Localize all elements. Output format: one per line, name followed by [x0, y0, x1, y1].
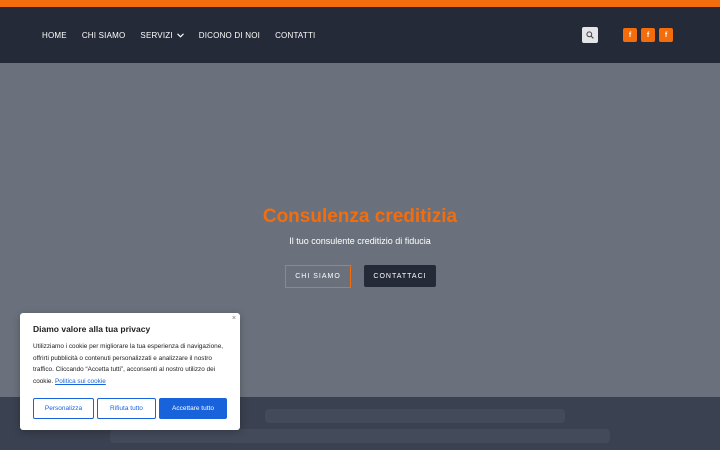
top-accent-bar: [0, 0, 720, 7]
social-facebook-3[interactable]: f: [659, 28, 673, 42]
nav-chi-siamo-label: CHI SIAMO: [81, 30, 126, 40]
nav-chi-siamo[interactable]: CHI SIAMO: [82, 31, 126, 40]
cookie-text: Utilizziamo i cookie per migliorare la t…: [33, 341, 229, 387]
accept-all-button[interactable]: Accettare tutto: [159, 398, 227, 419]
nav-home[interactable]: HOME: [42, 31, 67, 40]
nav-servizi[interactable]: SERVIZI: [140, 30, 184, 40]
facebook-icon: f: [628, 31, 632, 39]
main-nav: HOME CHI SIAMO SERVIZI DICONO DI NOI CON…: [42, 7, 330, 63]
blurred-text: [110, 429, 610, 443]
nav-dicono-di-noi-label: DICONO DI NOI: [198, 30, 261, 40]
hero-subtitle: Il tuo consulente creditizio di fiducia: [289, 236, 431, 246]
chevron-down-icon: [176, 32, 184, 38]
hero-title: Consulenza creditizia: [262, 206, 458, 227]
nav-servizi-label: SERVIZI: [140, 30, 173, 40]
nav-contatti[interactable]: CONTATTI: [275, 31, 315, 40]
nav-home-label: HOME: [42, 30, 67, 40]
search-button[interactable]: [582, 27, 598, 43]
social-facebook-1[interactable]: f: [623, 28, 637, 42]
facebook-icon: f: [664, 31, 668, 39]
contattaci-button[interactable]: CONTATTACI: [364, 265, 436, 287]
reject-all-button[interactable]: Rifiuta tutto: [97, 398, 156, 419]
close-icon[interactable]: ×: [230, 315, 238, 323]
cookie-title: Diamo valore alla tua privacy: [33, 324, 151, 334]
site-header: HOME CHI SIAMO SERVIZI DICONO DI NOI CON…: [0, 7, 720, 63]
customize-button[interactable]: Personalizza: [33, 398, 94, 419]
cookie-banner: × Diamo valore alla tua privacy Utilizzi…: [20, 313, 240, 430]
chi-siamo-button[interactable]: CHI SIAMO: [285, 265, 351, 288]
social-facebook-2[interactable]: f: [641, 28, 655, 42]
cookie-policy-link[interactable]: Politica sui cookie: [55, 378, 106, 385]
blurred-heading: [265, 409, 565, 423]
facebook-icon: f: [646, 31, 650, 39]
nav-dicono-di-noi[interactable]: DICONO DI NOI: [199, 31, 260, 40]
nav-contatti-label: CONTATTI: [275, 30, 316, 40]
search-icon: [586, 26, 594, 44]
